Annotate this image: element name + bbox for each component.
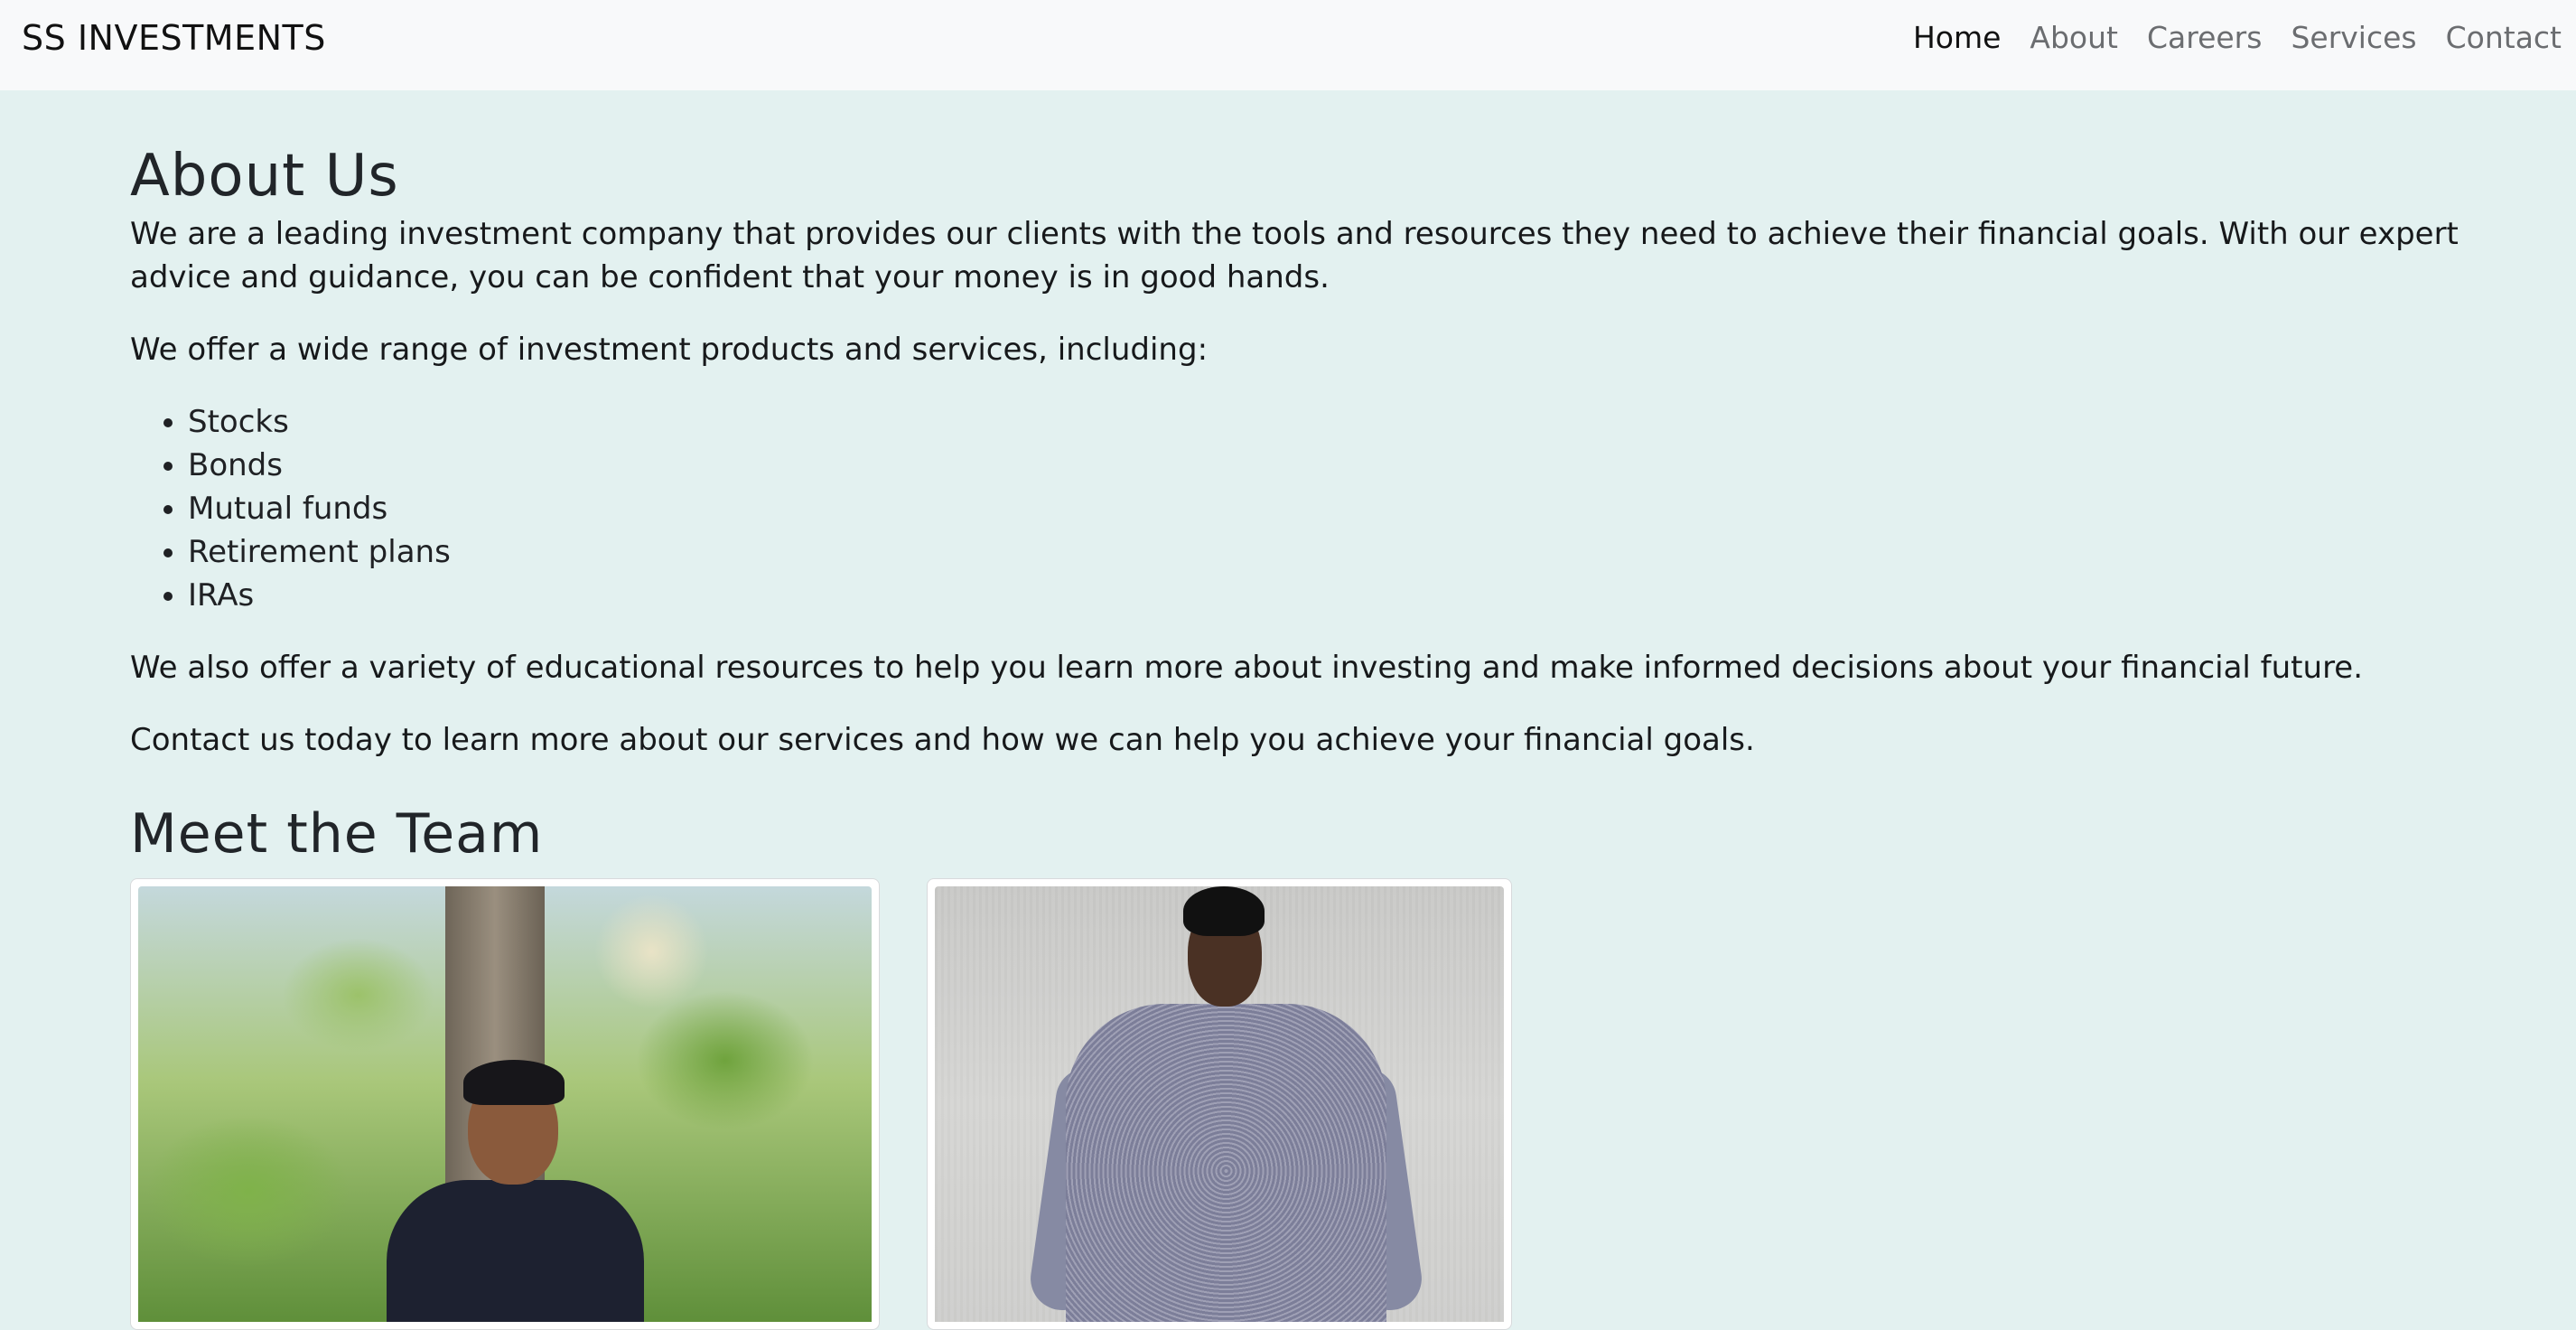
nav-links: Home About Careers Services Contact	[1899, 20, 2576, 55]
list-item: IRAs	[188, 574, 2478, 617]
navbar: SS INVESTMENTS Home About Careers Servic…	[0, 0, 2576, 90]
team-member-photo	[138, 886, 872, 1322]
nav-link-home[interactable]: Home	[1899, 20, 2015, 55]
team-section-title: Meet the Team	[130, 802, 544, 866]
list-item: Mutual funds	[188, 487, 2478, 530]
team-member-card	[130, 878, 880, 1330]
nav-link-careers[interactable]: Careers	[2133, 20, 2276, 55]
photo-person-body	[387, 1180, 644, 1322]
list-item: Retirement plans	[188, 530, 2478, 574]
photo-person-hair	[1183, 886, 1265, 936]
photo-person-body	[1066, 1004, 1386, 1322]
team-cards	[130, 878, 1512, 1330]
list-item: Stocks	[188, 400, 2478, 444]
team-member-photo	[935, 886, 1504, 1322]
list-item: Bonds	[188, 444, 2478, 487]
education-paragraph: We also offer a variety of educational r…	[130, 650, 2364, 686]
page-title: About Us	[130, 143, 399, 210]
products-list: Stocks Bonds Mutual funds Retirement pla…	[130, 400, 2478, 617]
offer-intro-paragraph: We offer a wide range of investment prod…	[130, 332, 1209, 368]
nav-link-about[interactable]: About	[2015, 20, 2133, 55]
team-member-card	[927, 878, 1512, 1330]
photo-person-hair	[463, 1060, 565, 1105]
nav-link-contact[interactable]: Contact	[2431, 20, 2576, 55]
contact-paragraph: Contact us today to learn more about our…	[130, 722, 1755, 758]
about-intro-paragraph: We are a leading investment company that…	[130, 216, 2459, 295]
brand-logo-link[interactable]: SS INVESTMENTS	[22, 18, 326, 58]
nav-link-services[interactable]: Services	[2276, 20, 2431, 55]
main-content: About Us We are a leading investment com…	[130, 90, 2478, 868]
